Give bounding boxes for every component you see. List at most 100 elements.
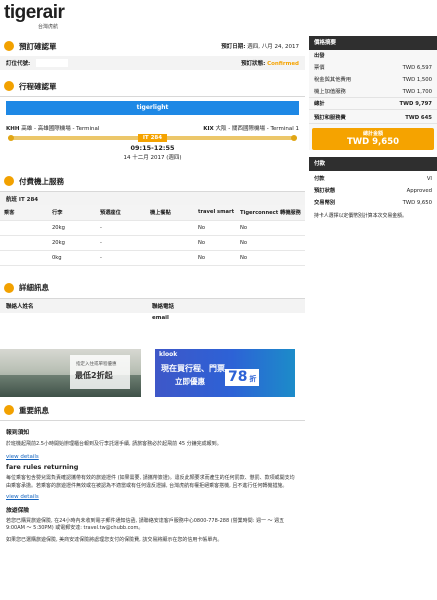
booking-header: 預訂確認單 預訂日期: 週四, 八月 24, 2017 [0,36,305,56]
cell-meal [146,250,194,266]
contact-phone-label: 聯絡電話 [152,303,175,310]
payment-status-label: 預訂狀態 [314,188,336,194]
payment-status-row: 預訂狀態 Approved [309,185,437,197]
payment-amount-label: 交易幣別 [314,200,336,206]
fare-rules-text: 每位乘客包含嬰兒需負責確認攜帶有效的旅遊證件 (如果需要, 請攜帶簽證)。違反此… [6,475,295,489]
summary-line-value: TWD 1,700 [402,89,432,95]
hotel-banner-line2: 最低2折起 [75,371,113,380]
summary-line-label: 稅金與其他費用 [314,77,352,83]
view-details-link-1[interactable]: view details [6,454,39,460]
summary-line-label: 機上加值服務 [314,89,346,95]
summary-line: 機上加值服務 TWD 1,700 [309,86,437,98]
cell-tigerconnect: No [236,235,305,251]
cell-passenger [0,220,48,236]
fare-rules-title: fare rules returning [6,463,79,471]
klook-line1: 現在買行程、門票 [161,364,225,373]
col-travel-smart: travel smart [194,205,236,221]
summary-line-value: TWD 6,597 [402,65,432,71]
cell-travel-smart: No [194,235,236,251]
booking-title: 預訂確認單 [19,41,57,51]
summary-fee: 預訂和服務費 TWD 645 [309,112,437,124]
checkin-text: 於班機起飛前2.5小時開始辦理櫃台報到及行李託運手續, 請旅客務必於起飛前 45… [6,441,222,447]
hotel-banner-line1: 指定入住或單程優惠 [76,362,117,367]
view-details-link-2[interactable]: view details [6,494,39,500]
services-table: 乘客 行李 預選座位 機上餐點 travel smart Tigerconnec… [0,205,305,266]
col-seat: 預選座位 [96,205,146,221]
cell-baggage: 20kg [48,235,96,251]
cell-baggage: 0kg [48,250,96,266]
origin-name: 高雄 - 高雄國際機場 - Terminal [21,126,100,132]
alert-icon [4,405,14,415]
logo-brand: tigerair [4,2,65,23]
booking-code-label: 訂位代號: [6,60,31,67]
contact-title: 詳細訊息 [19,283,49,292]
table-row: 0kg - No No [0,250,305,266]
payment-status-value: Approved [406,188,432,194]
insurance-title: 旅遊保險 [6,507,30,514]
notice-section: 重要訊息 報到須知 於班機起飛前2.5小時開始辦理櫃台報到及行李託運手續, 請旅… [0,400,305,544]
table-row: 20kg - No No [0,235,305,251]
promo-banner-klook[interactable]: klook 現在買行程、門票 立即優惠 78 折 [155,349,295,397]
cell-seat: - [96,220,146,236]
itinerary-title: 行程確認單 [19,81,57,91]
cell-tigerconnect: No [236,220,305,236]
subtotal-label: 總計 [314,101,325,107]
cell-passenger [0,250,48,266]
plus-icon [4,176,14,186]
booking-date-label: 預訂日期: [221,44,246,50]
promo-banner-hotel[interactable]: 指定入住或單程優惠 最低2折起 [0,349,141,397]
flight-number-tag: IT 284 [137,134,168,142]
notice-header: 重要訊息 [0,400,305,420]
payment-method-label: 付款 [314,176,325,182]
booking-code-row: 訂位代號: 預訂狀態: Confirmed [0,56,305,70]
tigerair-logo: tigerair 台灣虎航 [4,2,74,32]
payment-method-value: VI [426,176,432,182]
price-summary-box: 出發 票價 TWD 6,597 稅金與其他費用 TWD 1,500 機上加值服務… [309,50,437,150]
cell-travel-smart: No [194,250,236,266]
cell-baggage: 20kg [48,220,96,236]
services-table-header: 乘客 行李 預選座位 機上餐點 travel smart Tigerconnec… [0,205,305,221]
flight-track: IT 284 [8,134,297,142]
flight-time: 09:15-12:55 [130,144,175,152]
cell-meal [146,235,194,251]
check-icon [4,41,14,51]
klook-number: 78 [228,369,248,385]
summary-line-value: TWD 1,500 [402,77,432,83]
payment-box: 付款 VI 預訂狀態 Approved 交易幣別 TWD 9,650 持卡人選擇… [309,173,437,224]
origin-code: KHH [6,126,20,132]
notice-title: 重要訊息 [19,405,49,415]
col-passenger: 乘客 [0,205,48,221]
services-title: 付費機上服務 [19,176,64,186]
services-header: 付費機上服務 [0,171,305,191]
fee-label: 預訂和服務費 [314,115,346,121]
destination-name: 大阪 - 關西國際機場 - Terminal 1 [215,126,299,132]
summary-line: 稅金與其他費用 TWD 1,500 [309,74,437,86]
contact-row: 聯絡人姓名 聯絡電話 [0,298,305,313]
booking-status-label: 預訂狀態: [241,61,266,67]
plane-icon [4,81,14,91]
cell-meal [146,220,194,236]
contact-email-row: email [0,313,305,323]
col-baggage: 行李 [48,205,96,221]
fee-value: TWD 645 [405,115,432,121]
booking-code-value [35,59,68,68]
cell-seat: - [96,250,146,266]
summary-subtotal: 總計 TWD 9,797 [309,98,437,110]
price-summary-panel: 價格摘要 出發 票價 TWD 6,597 稅金與其他費用 TWD 1,500 機… [309,36,437,224]
table-row: 20kg - No No [0,220,305,236]
summary-line-label: 票價 [314,65,325,71]
insurance-text-1: 若您已購買旅遊保險, 在24小時內未收到電子郵件通知信函, 請聯絡安達客戶服務中… [6,517,285,532]
logo-sub: 台灣虎航 [38,24,59,30]
grand-total-value: TWD 9,650 [346,137,400,147]
klook-logo: klook [159,351,178,358]
payment-amount-value: TWD 9,650 [402,200,432,206]
payment-head: 付款 [309,157,437,171]
col-meal: 機上餐點 [146,205,194,221]
price-summary-head: 價格摘要 [309,36,437,50]
klook-line2: 立即優惠 [175,377,205,386]
contact-email-label: email [152,314,169,321]
booking-date-value: 週四, 八月 24, 2017 [247,44,299,50]
grand-total: 總計金額 TWD 9,650 [312,128,434,150]
cell-seat: - [96,235,146,251]
col-tigerconnect: Tigerconnect 轉機服務 [236,205,305,221]
